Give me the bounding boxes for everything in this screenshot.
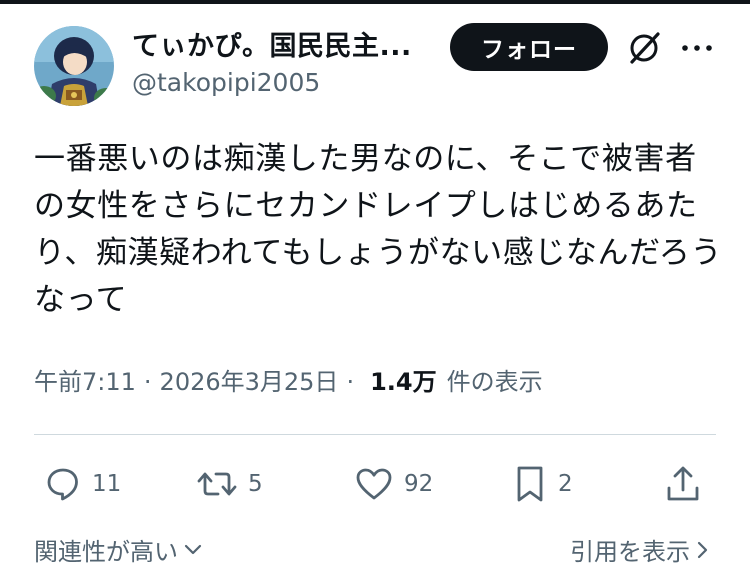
grok-icon[interactable] — [626, 30, 662, 66]
view-quotes-link[interactable]: 引用を表示 — [570, 532, 710, 567]
sort-relevance-label: 関連性が高い — [34, 538, 178, 566]
tweet-date[interactable]: 2026年3月25日 — [160, 362, 339, 397]
bookmark-icon — [517, 466, 543, 502]
follow-button[interactable]: フォロー — [450, 23, 608, 71]
tweet-text: 一番悪いのは痴漢した男なのに、そこで被害者の女性をさらにセカンドレイプしはじめる… — [34, 141, 723, 318]
reply-icon — [47, 468, 78, 501]
retweet-button[interactable]: 5 — [196, 462, 263, 506]
bookmark-count: 2 — [558, 471, 573, 497]
meta-separator: · — [346, 368, 355, 396]
avatar[interactable] — [34, 26, 114, 106]
meta-separator: · — [143, 368, 152, 396]
reply-button[interactable]: 11 — [44, 462, 121, 506]
share-button[interactable] — [664, 462, 702, 506]
chevron-right-icon — [697, 541, 708, 558]
tweet-meta: 午前7:11 · 2026年3月25日 · 1.4万 件の表示 — [34, 362, 543, 397]
heart-icon — [356, 468, 392, 500]
views-count: 1.4万 — [370, 368, 437, 396]
reply-count: 11 — [92, 471, 122, 497]
chevron-down-icon — [184, 544, 202, 554]
tweet-detail-page: てぃかぴ。国民民主... @takopipi2005 フォロー 一番悪いのは痴漢… — [0, 0, 750, 579]
like-button[interactable]: 92 — [354, 462, 433, 506]
retweet-count: 5 — [248, 471, 263, 497]
more-options-icon[interactable] — [680, 34, 714, 62]
divider — [34, 434, 716, 435]
sort-relevance-dropdown[interactable]: 関連性が高い — [34, 532, 202, 567]
author-handle[interactable]: @takopipi2005 — [132, 68, 320, 97]
share-icon — [667, 466, 699, 501]
retweet-icon — [197, 472, 237, 496]
tweet-time[interactable]: 午前7:11 — [34, 362, 136, 397]
author-display-name[interactable]: てぃかぴ。国民民主... — [132, 24, 412, 63]
bookmark-button[interactable]: 2 — [512, 462, 573, 506]
top-border — [0, 0, 750, 4]
like-count: 92 — [404, 471, 434, 497]
view-quotes-label: 引用を表示 — [570, 538, 690, 566]
views-label: 件の表示 — [446, 368, 543, 396]
